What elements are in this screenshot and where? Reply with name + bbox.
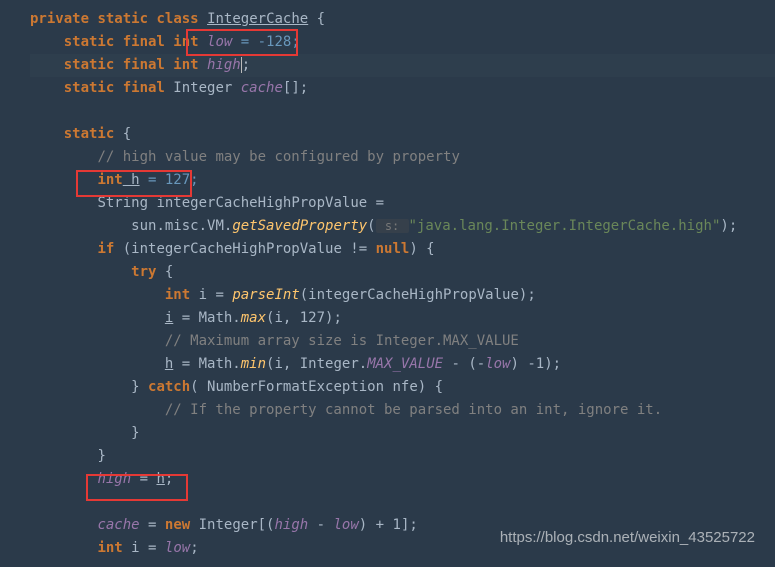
code-line: // high value may be configured by prope… (30, 146, 775, 169)
code-line: // If the property cannot be parsed into… (30, 399, 775, 422)
code-line (30, 491, 775, 514)
code-line: sun.misc.VM.getSavedProperty( s: "java.l… (30, 215, 775, 238)
code-line: static final Integer cache[]; (30, 77, 775, 100)
code-line: high = h; (30, 468, 775, 491)
code-line: int i = parseInt(integerCacheHighPropVal… (30, 284, 775, 307)
code-line: static final int low = -128; (30, 31, 775, 54)
code-line: static { (30, 123, 775, 146)
code-editor[interactable]: private static class IntegerCache { stat… (0, 0, 775, 560)
code-line: try { (30, 261, 775, 284)
code-line: } catch( NumberFormatException nfe) { (30, 376, 775, 399)
watermark: https://blog.csdn.net/weixin_43525722 (500, 526, 755, 549)
code-line: } (30, 445, 775, 468)
code-line: int h = 127; (30, 169, 775, 192)
code-line: // Maximum array size is Integer.MAX_VAL… (30, 330, 775, 353)
code-line: private static class IntegerCache { (30, 8, 775, 31)
code-line: if (integerCacheHighPropValue != null) { (30, 238, 775, 261)
code-line: h = Math.min(i, Integer.MAX_VALUE - (-lo… (30, 353, 775, 376)
code-line-current: static final int high; (30, 54, 775, 77)
code-line (30, 100, 775, 123)
code-line: i = Math.max(i, 127); (30, 307, 775, 330)
code-line: String integerCacheHighPropValue = (30, 192, 775, 215)
code-line: } (30, 422, 775, 445)
